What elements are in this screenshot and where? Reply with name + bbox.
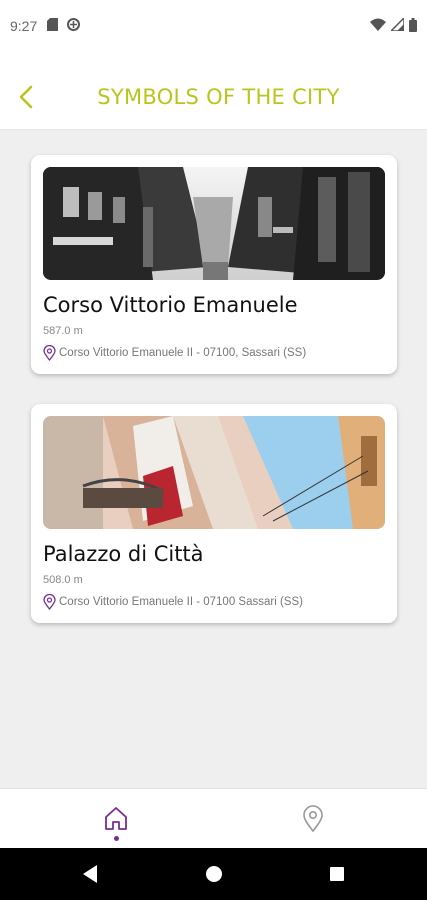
signal-icon xyxy=(389,16,405,34)
recents-icon xyxy=(330,867,344,881)
place-photo-corso xyxy=(43,167,385,280)
place-distance: 587.0 m xyxy=(43,325,83,337)
system-navigation-bar xyxy=(0,848,427,900)
place-title: Palazzo di Città xyxy=(43,542,204,566)
home-circle-icon xyxy=(206,866,222,882)
battery-icon xyxy=(409,17,417,35)
place-address-row: Corso Vittorio Emanuele II - 07100, Sass… xyxy=(43,345,306,361)
place-card-corso-vittorio-emanuele[interactable]: Corso Vittorio Emanuele 587.0 m Corso Vi… xyxy=(31,155,397,374)
status-bar: 9:27 xyxy=(0,0,427,52)
nav-map-button[interactable] xyxy=(297,803,329,835)
place-address: Corso Vittorio Emanuele II - 07100 Sassa… xyxy=(59,596,303,608)
place-distance: 508.0 m xyxy=(43,574,83,586)
back-icon xyxy=(83,865,97,883)
wifi-icon xyxy=(370,18,386,34)
places-list: Corso Vittorio Emanuele 587.0 m Corso Vi… xyxy=(0,130,427,788)
system-back-button[interactable] xyxy=(78,862,102,886)
location-pin-icon xyxy=(43,594,56,610)
place-address-row: Corso Vittorio Emanuele II - 07100 Sassa… xyxy=(43,594,303,610)
system-home-button[interactable] xyxy=(202,862,226,886)
data-saver-icon xyxy=(66,17,81,35)
status-time: 9:27 xyxy=(10,18,38,34)
status-right-icons xyxy=(370,16,417,35)
nav-home-button[interactable] xyxy=(100,803,132,835)
sd-card-icon xyxy=(47,18,59,34)
map-pin-icon xyxy=(303,805,323,833)
page-title: SYMBOLS OF THE CITY xyxy=(97,85,340,109)
system-recents-button[interactable] xyxy=(325,862,349,886)
bottom-navigation xyxy=(0,788,427,848)
home-icon xyxy=(105,807,127,830)
place-card-palazzo-di-citta[interactable]: Palazzo di Città 508.0 m Corso Vittorio … xyxy=(31,404,397,623)
app-header: SYMBOLS OF THE CITY xyxy=(0,52,427,130)
place-address: Corso Vittorio Emanuele II - 07100, Sass… xyxy=(59,347,307,359)
place-title: Corso Vittorio Emanuele xyxy=(43,293,298,317)
active-indicator-dot xyxy=(114,836,119,841)
location-pin-icon xyxy=(43,345,56,361)
place-photo-palazzo xyxy=(43,416,385,529)
